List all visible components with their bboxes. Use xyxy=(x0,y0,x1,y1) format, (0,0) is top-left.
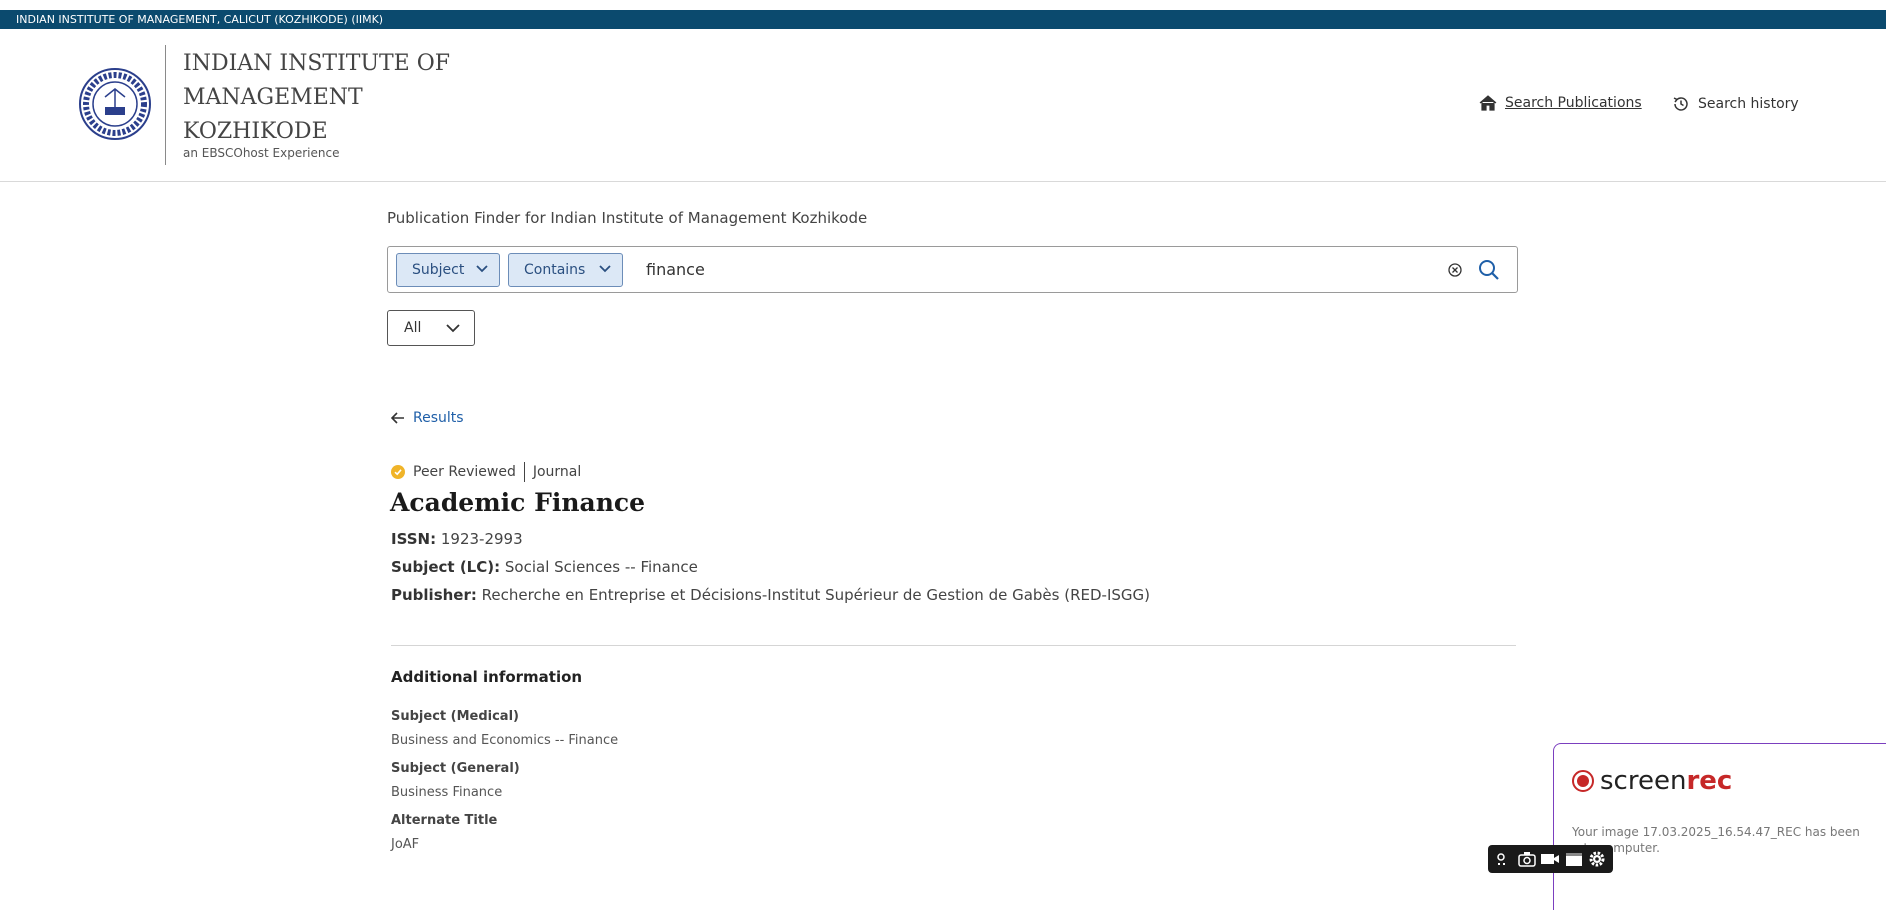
field-publisher: Publisher: Recherche en Entreprise et Dé… xyxy=(391,586,1150,604)
operator-selector-label: Contains xyxy=(524,262,586,278)
nav-search-history[interactable]: Search history xyxy=(1672,95,1799,113)
scope-select-value: All xyxy=(404,320,422,336)
section-divider xyxy=(391,645,1516,646)
screenrec-brand-a: screen xyxy=(1600,766,1687,796)
nav-search-history-label[interactable]: Search history xyxy=(1698,96,1799,112)
peer-reviewed-badge: Peer Reviewed xyxy=(413,464,516,480)
field-issn-value: 1923-2993 xyxy=(440,530,523,548)
nav-search-publications[interactable]: Search Publications xyxy=(1479,95,1642,111)
video-camera-icon[interactable] xyxy=(1540,850,1560,868)
screenrec-toolbar xyxy=(1488,845,1613,873)
link-icon[interactable] xyxy=(1494,850,1514,868)
window-icon[interactable] xyxy=(1564,850,1584,868)
additional-value: Business Finance xyxy=(391,785,503,800)
field-publisher-value: Recherche en Entreprise et Décisions-Ins… xyxy=(481,586,1150,604)
screenrec-message: Your image 17.03.2025_16.54.47_REC has b… xyxy=(1572,825,1860,855)
screenrec-notification[interactable]: screen rec Your image 17.03.2025_16.54.47… xyxy=(1553,743,1886,910)
chevron-down-icon xyxy=(599,265,611,273)
back-to-results-link[interactable]: Results xyxy=(391,410,464,426)
history-icon xyxy=(1673,97,1688,111)
peer-reviewed-icon xyxy=(391,465,405,479)
institution-subtitle: an EBSCOhost Experience xyxy=(183,146,340,160)
record-icon xyxy=(1572,770,1594,792)
logo-divider xyxy=(165,45,166,165)
publication-meta: Peer Reviewed Journal xyxy=(391,462,581,482)
top-banner: INDIAN INSTITUTE OF MANAGEMENT, CALICUT … xyxy=(0,10,1886,29)
operator-selector[interactable]: Contains xyxy=(508,253,623,287)
field-issn: ISSN: 1923-2993 xyxy=(391,530,523,548)
meta-separator xyxy=(523,462,525,482)
search-input[interactable]: finance xyxy=(646,247,705,292)
additional-value: JoAF xyxy=(391,837,420,852)
screenrec-brand-b: rec xyxy=(1686,766,1733,796)
chevron-down-icon xyxy=(446,324,460,333)
additional-label: Alternate Title xyxy=(391,813,498,828)
nav-search-publications-label[interactable]: Search Publications xyxy=(1505,95,1642,111)
gear-icon[interactable] xyxy=(1587,850,1607,868)
additional-label: Subject (General) xyxy=(391,761,520,776)
field-issn-label: ISSN: xyxy=(391,530,437,548)
search-icon[interactable] xyxy=(1478,259,1500,281)
field-subject-lc: Subject (LC): Social Sciences -- Finance xyxy=(391,558,698,576)
field-selector[interactable]: Subject xyxy=(396,253,500,287)
chevron-down-icon xyxy=(476,265,488,273)
camera-icon[interactable] xyxy=(1517,850,1537,868)
clear-search-icon[interactable] xyxy=(1447,262,1463,278)
additional-label: Subject (Medical) xyxy=(391,709,519,724)
screenrec-logo: screen rec xyxy=(1572,766,1732,796)
back-to-results-label[interactable]: Results xyxy=(413,410,464,426)
home-icon xyxy=(1479,95,1497,111)
field-subject-lc-value: Social Sciences -- Finance xyxy=(504,558,698,576)
scope-select[interactable]: All xyxy=(387,310,475,346)
additional-value: Business and Economics -- Finance xyxy=(391,733,619,748)
search-bar: Subject Contains finance xyxy=(387,246,1518,293)
institution-name[interactable]: INDIAN INSTITUTE OF MANAGEMENT KOZHIKODE xyxy=(183,47,483,149)
institution-logo[interactable] xyxy=(78,67,152,141)
additional-info-heading: Additional information xyxy=(391,668,583,686)
finder-title: Publication Finder for Indian Institute … xyxy=(387,209,868,227)
field-selector-label: Subject xyxy=(412,262,465,278)
field-subject-lc-label: Subject (LC): xyxy=(391,558,501,576)
publication-type: Journal xyxy=(532,464,582,480)
arrow-left-icon xyxy=(391,412,404,424)
field-publisher-label: Publisher: xyxy=(391,586,477,604)
top-banner-text: INDIAN INSTITUTE OF MANAGEMENT, CALICUT … xyxy=(16,13,384,26)
header: INDIAN INSTITUTE OF MANAGEMENT KOZHIKODE… xyxy=(0,29,1886,182)
publication-title: Academic Finance xyxy=(390,488,646,517)
